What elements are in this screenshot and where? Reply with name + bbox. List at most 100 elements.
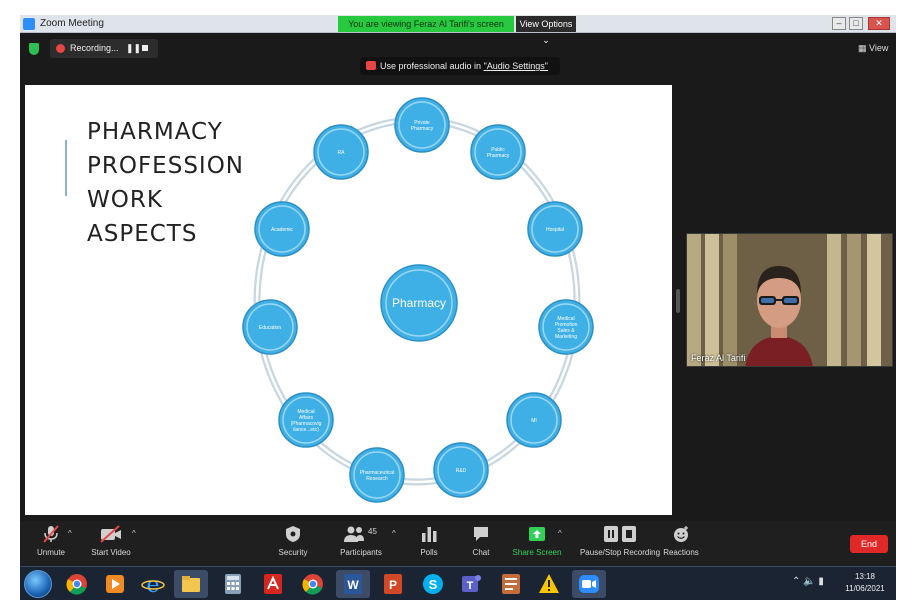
cycle-node-label: ilance...etc) [293, 427, 319, 433]
participant-count: 45 [368, 527, 377, 536]
muted-microphone-icon [43, 525, 59, 543]
cycle-node: PharmaceuticalResearch [349, 447, 405, 503]
shared-slide: PHARMACY PROFESSION WORK ASPECTS Private… [25, 85, 672, 515]
center-node-label: Pharmacy [392, 296, 446, 310]
teams-icon[interactable]: T [454, 570, 488, 598]
clock-time: 13:18 [854, 572, 876, 581]
participants-label: Participants [340, 548, 382, 557]
recording-label: Recording... [70, 43, 119, 53]
panel-resize-handle[interactable] [676, 289, 680, 313]
record-dot-icon [56, 44, 65, 53]
cycle-node: RA [313, 124, 369, 180]
end-meeting-button[interactable]: End [850, 535, 888, 553]
cycle-node-label: Pharmacy [487, 153, 510, 159]
background-curtain [827, 234, 841, 366]
pause-recording-icon[interactable]: ❚❚ [126, 43, 141, 54]
cycle-node: Academic [254, 201, 310, 257]
cycle-node: R&D [433, 442, 489, 498]
minimize-button[interactable]: – [832, 17, 846, 30]
share-screen-icon [529, 527, 545, 541]
participant-name: Feraz Al Tarifi [691, 353, 746, 363]
internet-explorer-icon[interactable]: e [136, 570, 170, 598]
acrobat-icon[interactable] [256, 570, 290, 598]
meeting-toolbar: Unmute ^ Start Video ^ Security 45 Parti… [20, 521, 896, 566]
view-button[interactable]: ▦ View [858, 43, 888, 54]
cycle-node: Hospital [527, 201, 583, 257]
file-explorer-icon[interactable] [174, 570, 208, 598]
participants-icon: 45 [344, 526, 377, 542]
windows-taskbar: e W P S T ⌃ 🔈 ▮ 13:18 11/06/2021 [20, 566, 896, 600]
chrome-icon[interactable] [60, 570, 94, 598]
microphone-icon [366, 61, 376, 70]
maximize-button[interactable]: □ [849, 17, 863, 30]
chrome-icon[interactable] [296, 570, 330, 598]
security-label: Security [278, 548, 308, 557]
window-title: Zoom Meeting [40, 18, 104, 29]
shield-icon[interactable] [29, 43, 39, 55]
calculator-icon[interactable] [216, 570, 250, 598]
background-curtain [705, 234, 719, 366]
participants-button[interactable]: 45 Participants [322, 525, 400, 557]
grid-icon: ▦ [858, 43, 870, 53]
view-options-button[interactable]: View Options ⌄ [516, 16, 576, 45]
chat-icon [474, 527, 488, 541]
cycle-node: MedicalAffairs(Pharmacovigilance...etc) [278, 392, 334, 448]
svg-text:P: P [389, 578, 397, 592]
taskbar-clock[interactable]: 13:18 11/06/2021 [840, 571, 890, 595]
security-button[interactable]: Security [254, 525, 332, 557]
share-screen-label: Share Screen [512, 548, 562, 557]
cycle-node-label: Research [366, 476, 388, 482]
share-options-caret[interactable]: ^ [558, 529, 562, 538]
word-icon[interactable]: W [336, 570, 370, 598]
powerpoint-icon[interactable]: P [376, 570, 410, 598]
video-off-icon [100, 525, 121, 543]
title-bar: Zoom Meeting You are viewing Feraz Al Ta… [20, 15, 896, 45]
reactions-button[interactable]: Reactions [642, 525, 720, 557]
reactions-label: Reactions [663, 548, 699, 557]
cycle-node-label: MI [531, 418, 537, 424]
cycle-node: PrivatePharmacy [394, 97, 450, 153]
viewing-screen-banner: You are viewing Feraz Al Tarifi's screen [338, 16, 514, 32]
audio-notice-text: Use professional audio in [380, 61, 484, 71]
cycle-node: MedicalPromotionSales &Marketing [538, 299, 594, 355]
clock-date: 11/06/2021 [845, 584, 885, 593]
background-curtain [687, 234, 701, 366]
pharmacy-cycle-diagram: PrivatePharmacy PublicPharmacy Hospital Med… [242, 97, 594, 503]
pause-stop-recording-icon [604, 526, 636, 542]
cycle-node-label: Pharmacy [411, 126, 434, 132]
polls-icon [422, 527, 437, 542]
recording-indicator: Recording... ❚❚ [50, 39, 158, 58]
audio-settings-link[interactable]: "Audio Settings" [484, 61, 548, 71]
skype-icon[interactable]: S [416, 570, 450, 598]
svg-text:S: S [429, 577, 438, 592]
cycle-node-label: Hospital [546, 227, 564, 233]
system-tray[interactable]: ⌃ 🔈 ▮ [792, 576, 824, 587]
media-player-icon[interactable] [98, 570, 132, 598]
cycle-node: MI [506, 392, 562, 448]
zoom-icon[interactable] [572, 570, 606, 598]
start-video-button[interactable]: Start Video [72, 525, 150, 557]
stop-recording-icon[interactable] [142, 45, 148, 51]
cycle-node-label: RA [338, 150, 346, 156]
share-screen-button[interactable]: Share Screen [498, 525, 576, 557]
cycle-node-label: Marketing [555, 334, 577, 340]
cycle-node-label: Education [259, 325, 281, 331]
windows-start-icon[interactable] [24, 570, 52, 598]
cycle-node: Education [242, 299, 298, 355]
shield-icon [286, 526, 300, 542]
svg-text:e: e [146, 573, 159, 596]
background-curtain [723, 234, 737, 366]
video-options-caret[interactable]: ^ [132, 529, 136, 538]
background-curtain [847, 234, 861, 366]
reactions-icon [674, 526, 688, 542]
warning-icon[interactable] [532, 570, 566, 598]
onenote-icon[interactable] [494, 570, 528, 598]
close-button[interactable]: ✕ [868, 17, 890, 30]
zoom-window: Zoom Meeting You are viewing Feraz Al Ta… [20, 15, 896, 600]
cycle-node-label: R&D [456, 468, 467, 474]
zoom-app-icon [23, 18, 35, 30]
participant-avatar [745, 266, 813, 366]
participant-video[interactable]: Feraz Al Tarifi [686, 233, 893, 367]
svg-text:T: T [467, 580, 474, 592]
cycle-node: PublicPharmacy [470, 124, 526, 180]
